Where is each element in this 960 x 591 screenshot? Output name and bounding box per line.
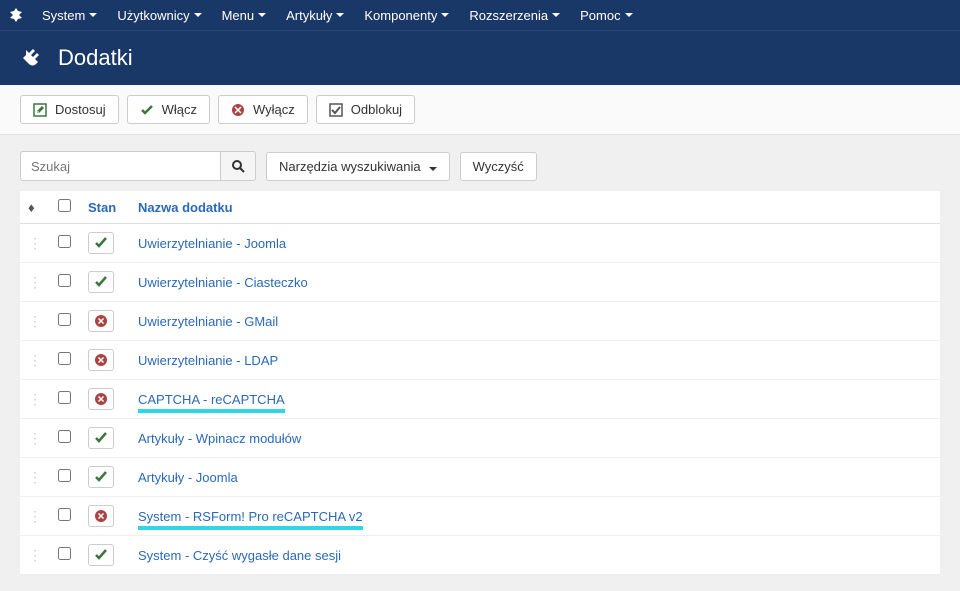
nav-item-2[interactable]: Menu [212, 2, 277, 29]
caret-down-icon [336, 13, 344, 17]
row-checkbox[interactable] [58, 313, 71, 326]
row-checkbox[interactable] [58, 391, 71, 404]
drag-handle-icon[interactable]: ⋮ [28, 430, 42, 446]
nav-item-1[interactable]: Użytkownicy [107, 2, 211, 29]
status-enabled-button[interactable] [88, 544, 114, 566]
caret-down-icon [441, 13, 449, 17]
search-icon [231, 159, 245, 173]
nav-item-5[interactable]: Rozszerzenia [459, 2, 570, 29]
row-checkbox[interactable] [58, 352, 71, 365]
row-checkbox[interactable] [58, 430, 71, 443]
plugin-link[interactable]: Uwierzytelnianie - Ciasteczko [138, 275, 308, 290]
search-button[interactable] [220, 151, 256, 181]
drag-handle-icon[interactable]: ⋮ [28, 547, 42, 563]
content-area: Narzędzia wyszukiwania Wyczyść ♦ Stan Na… [0, 135, 960, 591]
table-row: ⋮ Uwierzytelnianie - GMail [20, 302, 940, 341]
nav-item-4[interactable]: Komponenty [354, 2, 459, 29]
search-row: Narzędzia wyszukiwania Wyczyść [20, 151, 940, 181]
table-row: ⋮ Artykuły - Joomla [20, 458, 940, 497]
plugin-link[interactable]: System - RSForm! Pro reCAPTCHA v2 [138, 509, 363, 530]
table-row: ⋮ Artykuły - Wpinacz modułów [20, 419, 940, 458]
row-checkbox[interactable] [58, 508, 71, 521]
unlock-button[interactable]: Odblokuj [316, 95, 415, 124]
caret-down-icon [429, 159, 437, 174]
drag-handle-icon[interactable]: ⋮ [28, 235, 42, 251]
drag-handle-icon[interactable]: ⋮ [28, 469, 42, 485]
caret-down-icon [552, 13, 560, 17]
table-row: ⋮ Uwierzytelnianie - Ciasteczko [20, 263, 940, 302]
disable-button[interactable]: Wyłącz [218, 95, 308, 124]
top-navbar: System Użytkownicy Menu Artykuły Komponenty R… [0, 0, 960, 30]
status-enabled-button[interactable] [88, 427, 114, 449]
caret-down-icon [89, 13, 97, 17]
table-row: ⋮ System - RSForm! Pro reCAPTCHA v2 [20, 497, 940, 536]
caret-down-icon [625, 13, 633, 17]
nav-item-0[interactable]: System [32, 2, 107, 29]
status-enabled-button[interactable] [88, 232, 114, 254]
caret-down-icon [258, 13, 266, 17]
status-disabled-button[interactable] [88, 505, 114, 527]
plugins-table: ♦ Stan Nazwa dodatku ⋮ Uwierzytelnianie -… [20, 191, 940, 575]
status-enabled-button[interactable] [88, 271, 114, 293]
drag-handle-icon[interactable]: ⋮ [28, 352, 42, 368]
page-header: Dodatki [0, 30, 960, 85]
col-name[interactable]: Nazwa dodatku [130, 191, 940, 224]
table-row: ⋮ Uwierzytelnianie - LDAP [20, 341, 940, 380]
customize-button[interactable]: Dostosuj [20, 95, 119, 124]
drag-handle-icon[interactable]: ⋮ [28, 391, 42, 407]
clear-button[interactable]: Wyczyść [460, 152, 537, 181]
row-checkbox[interactable] [58, 469, 71, 482]
drag-handle-icon[interactable]: ⋮ [28, 508, 42, 524]
nav-label: Użytkownicy [117, 8, 189, 23]
sort-icon: ♦ [28, 200, 35, 215]
col-order[interactable]: ♦ [20, 191, 50, 224]
page-title: Dodatki [58, 45, 133, 71]
cancel-icon [231, 103, 245, 117]
row-checkbox[interactable] [58, 235, 71, 248]
plugin-link[interactable]: Uwierzytelnianie - GMail [138, 314, 278, 329]
nav-label: Artykuły [286, 8, 332, 23]
nav-label: System [42, 8, 85, 23]
edit-icon [33, 103, 47, 117]
table-row: ⋮ Uwierzytelnianie - Joomla [20, 224, 940, 263]
col-select-all [50, 191, 80, 224]
nav-item-3[interactable]: Artykuły [276, 2, 354, 29]
table-row: ⋮System - Czyść wygasłe dane sesji [20, 536, 940, 575]
table-row: ⋮ CAPTCHA - reCAPTCHA [20, 380, 940, 419]
row-checkbox[interactable] [58, 547, 71, 560]
plugin-link[interactable]: Artykuły - Wpinacz modułów [138, 431, 301, 446]
search-tools-button[interactable]: Narzędzia wyszukiwania [266, 152, 450, 181]
toolbar: Dostosuj Włącz Wyłącz Odblokuj [0, 85, 960, 135]
checkbox-icon [329, 103, 343, 117]
plugin-link[interactable]: Uwierzytelnianie - LDAP [138, 353, 278, 368]
nav-label: Rozszerzenia [469, 8, 548, 23]
joomla-logo-icon[interactable] [8, 7, 32, 23]
search-input[interactable] [20, 151, 220, 181]
drag-handle-icon[interactable]: ⋮ [28, 274, 42, 290]
enable-button[interactable]: Włącz [127, 95, 210, 124]
plugin-icon [20, 46, 44, 70]
caret-down-icon [194, 13, 202, 17]
nav-label: Pomoc [580, 8, 620, 23]
status-disabled-button[interactable] [88, 310, 114, 332]
status-disabled-button[interactable] [88, 388, 114, 410]
plugin-link[interactable]: Artykuły - Joomla [138, 470, 238, 485]
nav-item-6[interactable]: Pomoc [570, 2, 642, 29]
nav-label: Menu [222, 8, 255, 23]
status-enabled-button[interactable] [88, 466, 114, 488]
drag-handle-icon[interactable]: ⋮ [28, 313, 42, 329]
status-disabled-button[interactable] [88, 349, 114, 371]
col-state[interactable]: Stan [80, 191, 130, 224]
select-all-checkbox[interactable] [58, 199, 71, 212]
plugin-link[interactable]: CAPTCHA - reCAPTCHA [138, 392, 285, 413]
nav-label: Komponenty [364, 8, 437, 23]
row-checkbox[interactable] [58, 274, 71, 287]
plugin-link[interactable]: Uwierzytelnianie - Joomla [138, 236, 286, 251]
check-icon [140, 103, 154, 117]
